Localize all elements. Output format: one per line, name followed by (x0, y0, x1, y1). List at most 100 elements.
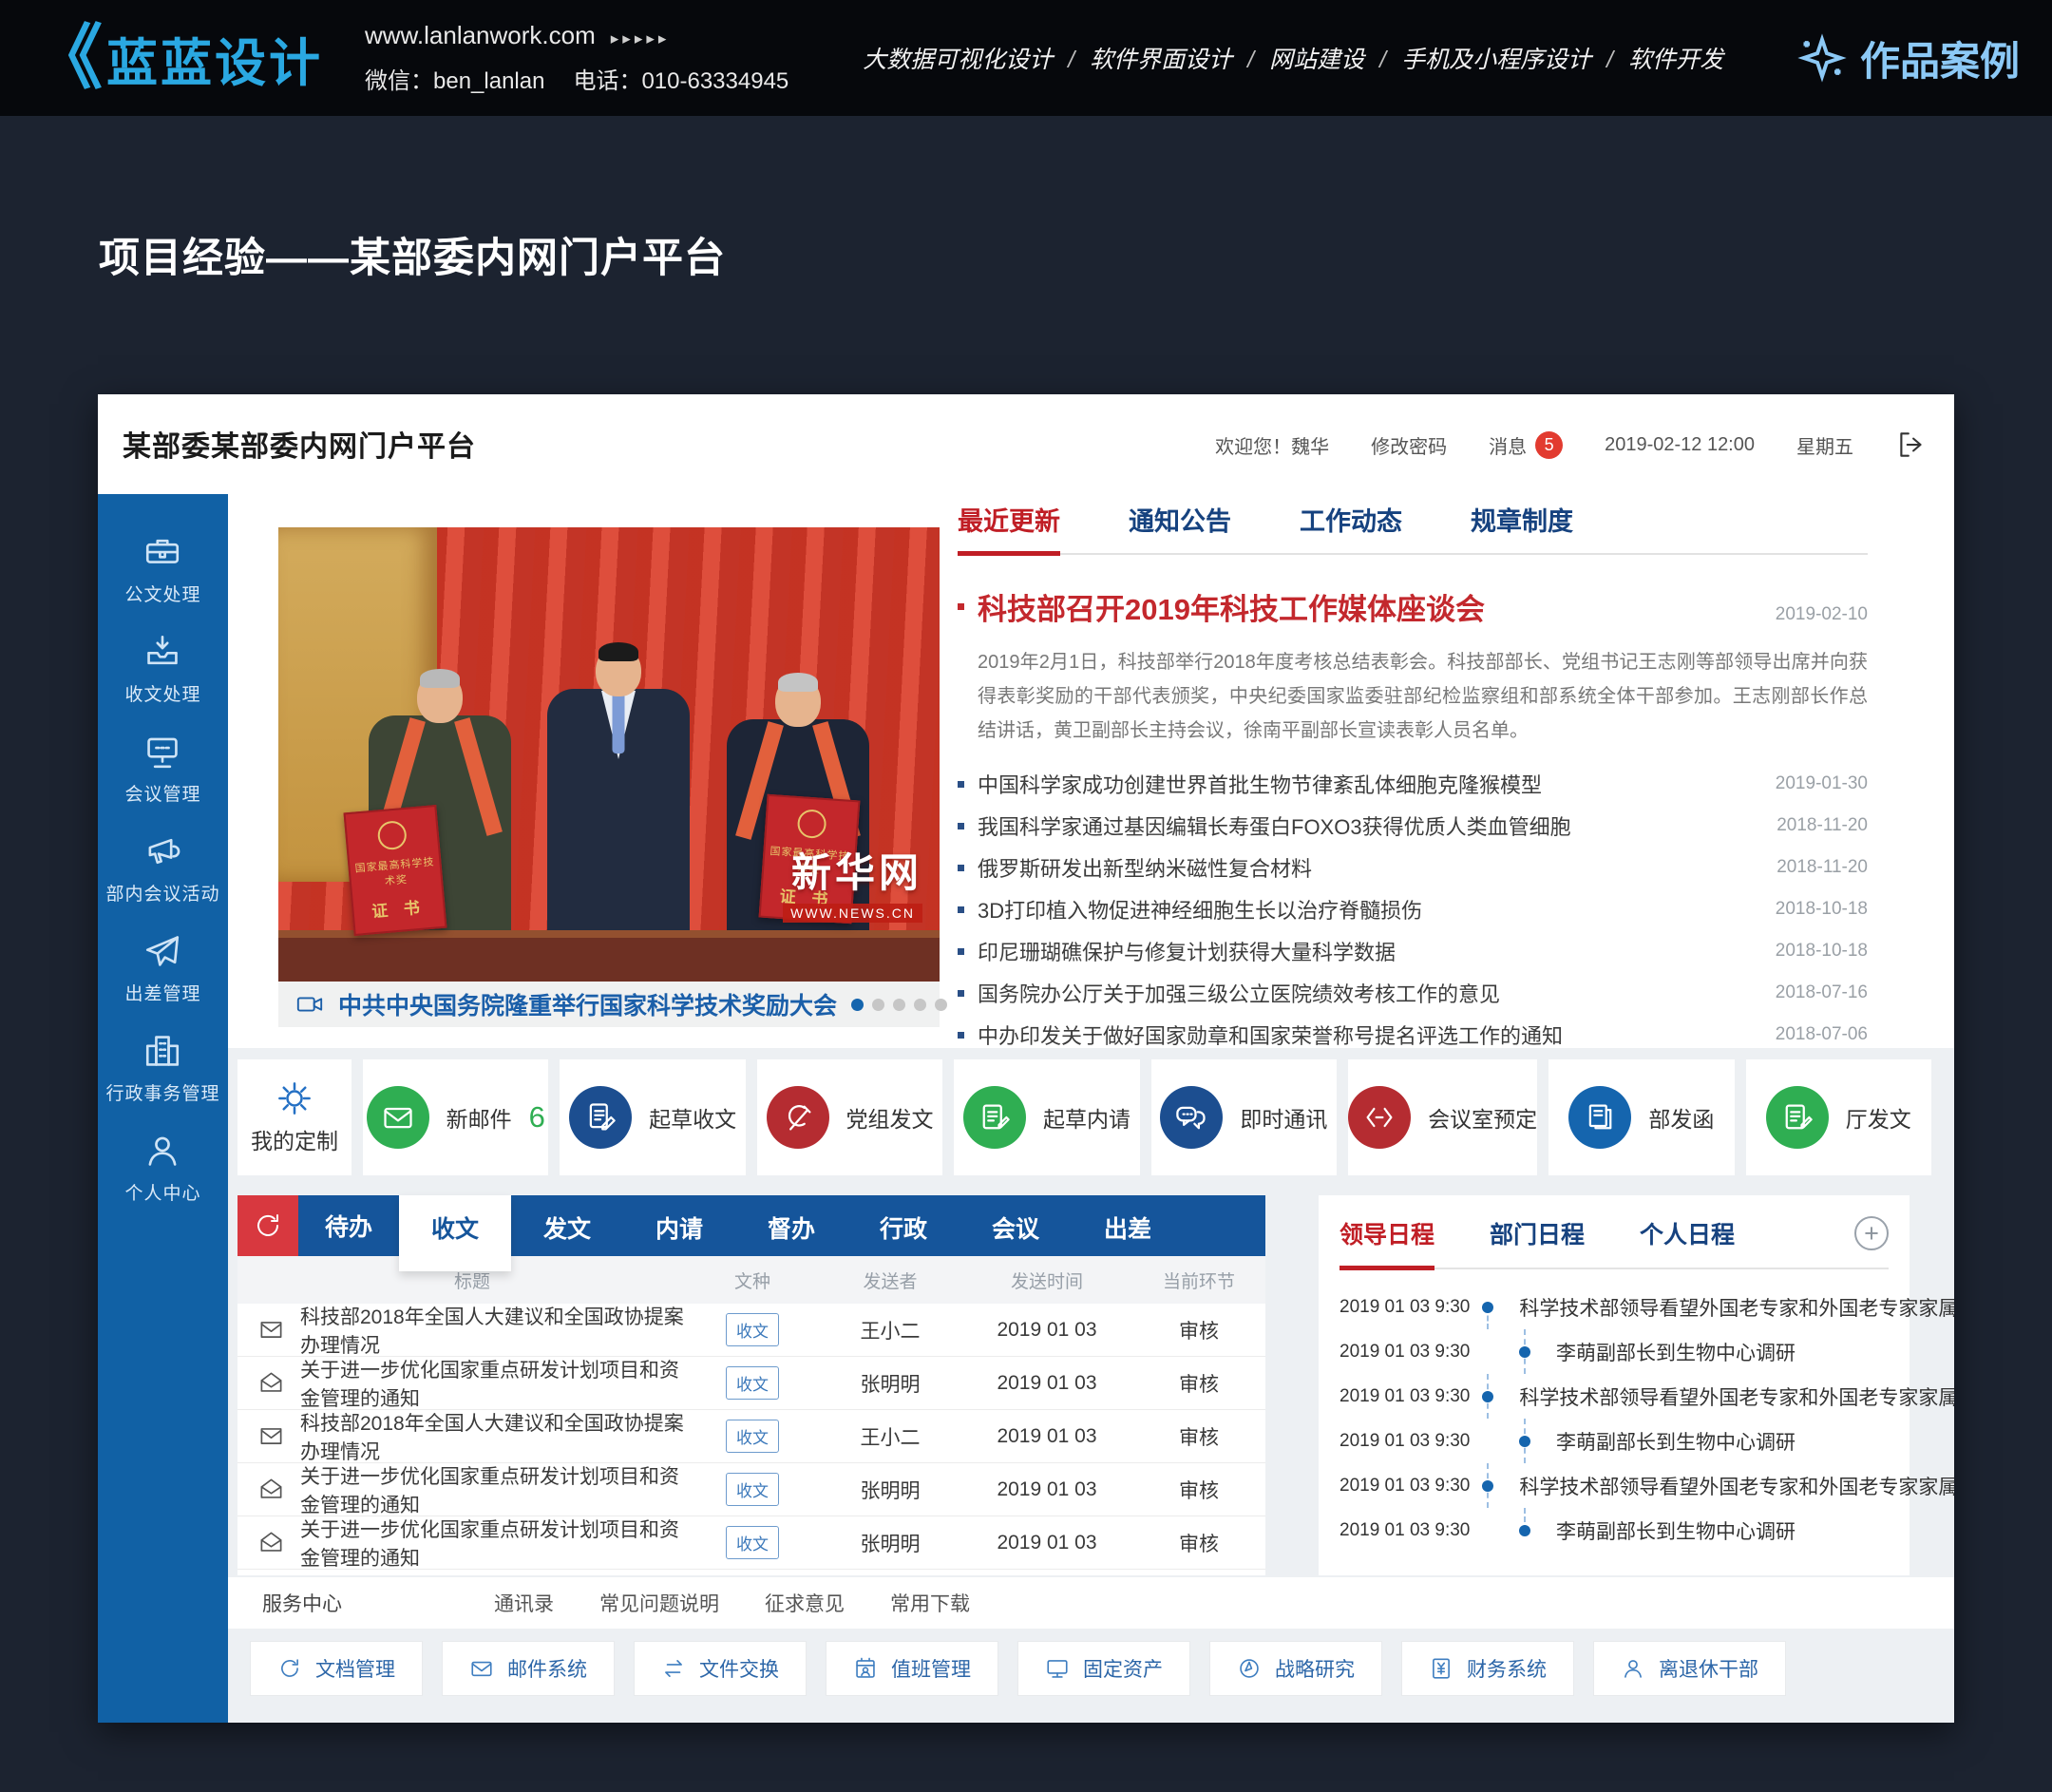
quick-action-4[interactable]: 党组发文 (757, 1059, 942, 1175)
schedule-item[interactable]: 2019 01 03 9:30李萌副部长到生物中心调研 (1340, 1508, 1889, 1553)
app-shortcut-8[interactable]: 离退休干部 (1593, 1641, 1786, 1696)
sidebar-item-label: 部内会议活动 (105, 880, 219, 906)
carousel-dot-4[interactable] (914, 999, 926, 1011)
news-list-item[interactable]: 3D打印植入物促进神经细胞生长以治疗脊髓损伤2018-10-18 (958, 888, 1868, 930)
sidebar-item-3[interactable]: 会议管理 (124, 732, 200, 806)
news-tab-2[interactable]: 通知公告 (1129, 501, 1231, 556)
news-summary: 2019年2月1日，科技部举行2018年度考核总结表彰会。科技部部长、党组书记王… (958, 645, 1868, 748)
task-tab-4[interactable]: 督办 (735, 1195, 847, 1256)
quick-action-1[interactable]: 我的定制 (238, 1059, 352, 1175)
news-list-item[interactable]: 中国科学家成功创建世界首批生物节律紊乱体细胞克隆猴模型2019-01-30 (958, 763, 1868, 805)
schedule-item[interactable]: 2019 01 03 9:30李萌副部长到生物中心调研 (1340, 1419, 1889, 1463)
news-tab-3[interactable]: 工作动态 (1300, 501, 1402, 556)
app-shortcut-2[interactable]: 邮件系统 (442, 1641, 615, 1696)
app-shortcut-5[interactable]: 固定资产 (1017, 1641, 1190, 1696)
schedule-item[interactable]: 2019 01 03 9:30李萌副部长到生物中心调研 (1340, 1329, 1889, 1374)
app-shortcut-1[interactable]: 文档管理 (250, 1641, 423, 1696)
monitor-icon (1045, 1656, 1070, 1681)
sidebar-item-7[interactable]: 个人中心 (124, 1131, 200, 1205)
service-link-2[interactable]: 常见问题说明 (599, 1593, 719, 1615)
app-shortcut-6[interactable]: 战略研究 (1209, 1641, 1382, 1696)
quick-action-8[interactable]: 部发函 (1548, 1059, 1734, 1175)
quick-action-7[interactable]: 会议室预定 (1348, 1059, 1537, 1175)
sidebar-item-5[interactable]: 出差管理 (124, 931, 200, 1005)
carousel-dot-1[interactable] (851, 999, 864, 1011)
add-schedule-button[interactable]: + (1854, 1216, 1889, 1250)
quick-action-5[interactable]: 起草内请 (954, 1059, 1139, 1175)
news-list-item[interactable]: 俄罗斯研发出新型纳米磁性复合材料2018-11-20 (958, 847, 1868, 888)
nav-separator: / (1247, 47, 1254, 73)
carousel-caption[interactable]: 中共中央国务院隆重举行国家科学技术奖励大会 (338, 987, 837, 1021)
nav-item-1[interactable]: 大数据可视化设计 (863, 47, 1053, 73)
quick-action-9[interactable]: 厅发文 (1746, 1059, 1931, 1175)
news-list-item[interactable]: 国务院办公厅关于加强三级公立医院绩效考核工作的意见2018-07-16 (958, 972, 1868, 1014)
duty-icon (853, 1656, 878, 1681)
task-tab-3[interactable]: 内请 (623, 1195, 735, 1256)
logout-icon[interactable] (1895, 429, 1928, 461)
schedule-item-datetime: 2019 01 03 9:30 (1340, 1297, 1470, 1318)
app-shortcut-4[interactable]: 值班管理 (826, 1641, 998, 1696)
nav-item-3[interactable]: 网站建设 (1269, 47, 1364, 73)
quick-action-3[interactable]: 起草收文 (560, 1059, 745, 1175)
nav-item-5[interactable]: 软件开发 (1628, 47, 1723, 73)
row-doc-type-cell: 收文 (686, 1473, 819, 1506)
top-nav: 大数据可视化设计/软件界面设计/网站建设/手机及小程序设计/软件开发 (830, 41, 1756, 75)
portfolio-link[interactable]: 作品案例 (1797, 29, 2020, 87)
carousel-photo[interactable]: 国家最高科学技术奖证 书 国家最高科学技术奖证 书 新华网 WWW.NEWS.C… (278, 527, 940, 982)
news-item-title: 我国科学家通过基因编辑长寿蛋白FOXO3获得优质人类血管细胞 (978, 810, 1571, 841)
news-tab-1[interactable]: 最近更新 (958, 501, 1060, 556)
quick-action-6[interactable]: 即时通讯 (1151, 1059, 1337, 1175)
sidebar-item-4[interactable]: 部内会议活动 (105, 831, 219, 906)
carousel-dot-3[interactable] (893, 999, 905, 1011)
schedule-item[interactable]: 2019 01 03 9:30科学技术部领导看望外国老专家和外国老专家家属 (1340, 1285, 1889, 1329)
schedule-item-datetime: 2019 01 03 9:30 (1340, 1431, 1507, 1452)
schedule-tab-2[interactable]: 部门日程 (1490, 1216, 1585, 1270)
row-title: 科技部2018年全国人大建议和全国政协提案办理情况 (300, 1408, 686, 1465)
news-list-item[interactable]: 印尼珊瑚礁保护与修复计划获得大量科学数据2018-10-18 (958, 930, 1868, 972)
table-row[interactable]: 科技部2018年全国人大建议和全国政协提案办理情况收文王小二2019 01 03… (238, 1304, 1265, 1357)
portal-title: 某部委某部委内网门户平台 (123, 423, 476, 465)
quick-action-label: 起草内请 (1043, 1101, 1130, 1134)
sidebar-item-1[interactable]: 公文处理 (124, 532, 200, 606)
news-tab-4[interactable]: 规章制度 (1471, 501, 1573, 556)
sidebar-item-6[interactable]: 行政事务管理 (105, 1031, 219, 1105)
table-row[interactable]: 关于进一步优化国家重点研发计划项目和资金管理的通知收文张明明2019 01 03… (238, 1357, 1265, 1410)
row-sender: 张明明 (819, 1529, 961, 1557)
service-link-3[interactable]: 征求意见 (765, 1593, 845, 1615)
nav-item-4[interactable]: 手机及小程序设计 (1401, 47, 1591, 73)
service-link-4[interactable]: 常用下载 (890, 1593, 970, 1615)
task-tab-2[interactable]: 发文 (511, 1195, 623, 1256)
sidebar-item-2[interactable]: 收文处理 (124, 632, 200, 706)
app-shortcut-3[interactable]: 文件交换 (634, 1641, 807, 1696)
todo-label[interactable]: 待办 (298, 1195, 399, 1256)
task-tab-7[interactable]: 出差 (1072, 1195, 1184, 1256)
task-tab-1[interactable]: 收文 (399, 1195, 511, 1271)
letter-icon (1583, 1100, 1617, 1134)
nav-item-2[interactable]: 软件界面设计 (1090, 47, 1232, 73)
schedule-item[interactable]: 2019 01 03 9:30科学技术部领导看望外国老专家和外国老专家家属 (1340, 1463, 1889, 1508)
quick-action-2[interactable]: 新邮件6 (363, 1059, 548, 1175)
schedule-tab-3[interactable]: 个人日程 (1640, 1216, 1735, 1270)
news-list-item[interactable]: 我国科学家通过基因编辑长寿蛋白FOXO3获得优质人类血管细胞2018-11-20 (958, 805, 1868, 847)
app-shortcut-label: 邮件系统 (507, 1654, 587, 1683)
table-row[interactable]: 关于进一步优化国家重点研发计划项目和资金管理的通知收文张明明2019 01 03… (238, 1463, 1265, 1516)
todo-icon-block[interactable] (238, 1195, 298, 1256)
wechat-label: 微信：ben_lanlan (365, 68, 544, 94)
app-shortcut-7[interactable]: 财务系统 (1401, 1641, 1574, 1696)
news-headline[interactable]: 科技部召开2019年科技工作媒体座谈会 2019-02-10 (958, 585, 1868, 628)
change-password-link[interactable]: 修改密码 (1371, 431, 1447, 459)
service-link-1[interactable]: 通讯录 (494, 1593, 554, 1615)
bullet (958, 906, 964, 913)
messages-link[interactable]: 消息 5 (1489, 431, 1563, 459)
carousel-dot-5[interactable] (935, 999, 947, 1011)
bullet (958, 1032, 964, 1039)
table-row[interactable]: 关于进一步优化国家重点研发计划项目和资金管理的通知收文张明明2019 01 03… (238, 1516, 1265, 1570)
news-list-item[interactable]: 中办印发关于做好国家勋章和国家荣誉称号提名评选工作的通知2018-07-06 (958, 1014, 1868, 1056)
carousel-dot-2[interactable] (872, 999, 884, 1011)
logo[interactable]: 《 蓝蓝设计 (32, 21, 323, 96)
table-row[interactable]: 科技部2018年全国人大建议和全国政协提案办理情况收文王小二2019 01 03… (238, 1410, 1265, 1463)
task-tab-6[interactable]: 会议 (960, 1195, 1072, 1256)
schedule-tab-1[interactable]: 领导日程 (1340, 1216, 1434, 1270)
schedule-item[interactable]: 2019 01 03 9:30科学技术部领导看望外国老专家和外国老专家家属 (1340, 1374, 1889, 1419)
task-tab-5[interactable]: 行政 (847, 1195, 960, 1256)
